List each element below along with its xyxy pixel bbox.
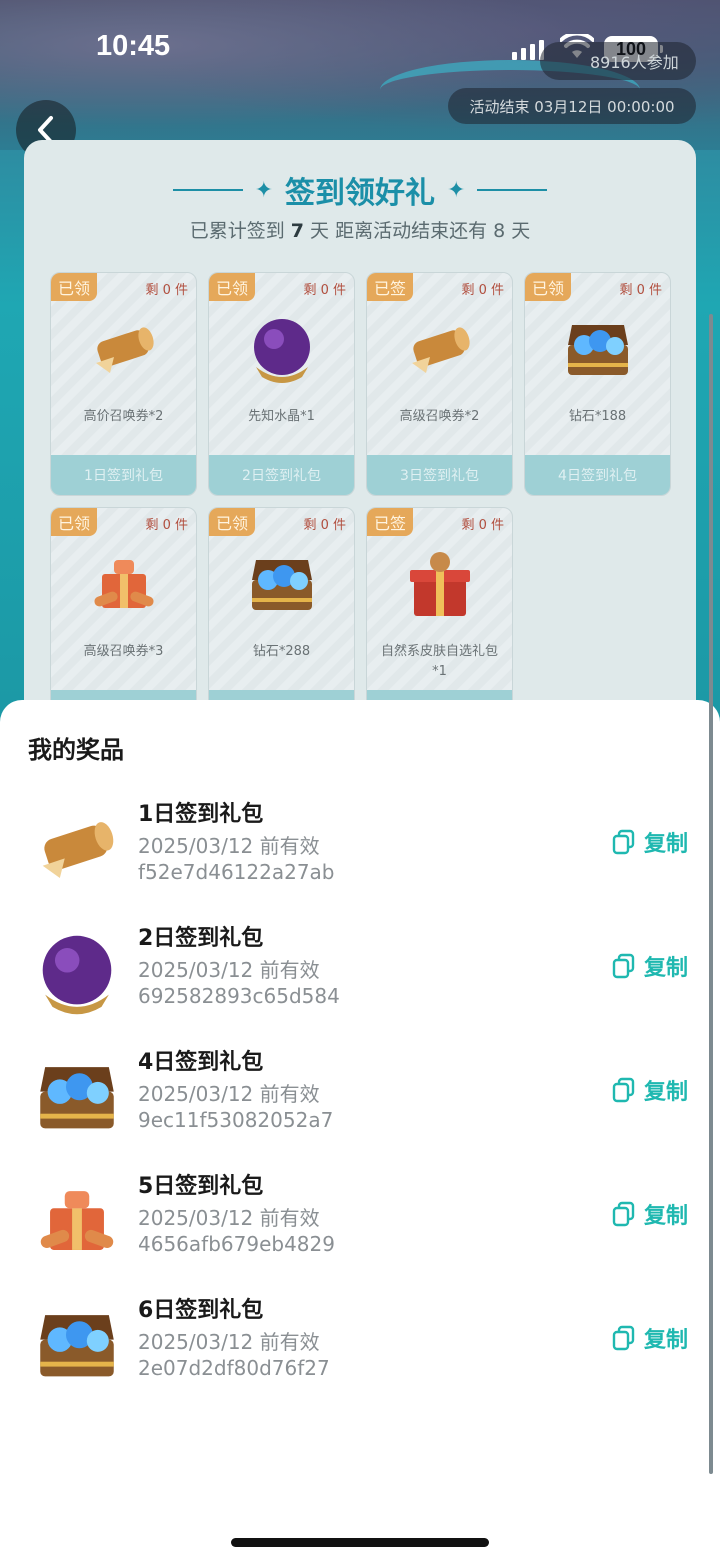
- gift-card[interactable]: 已领 剩 0 件 先知水晶*1 2日签到礼包: [208, 272, 355, 496]
- prize-validity: 2025/03/12 前有效: [138, 1330, 320, 1354]
- status-badge: 已领: [525, 273, 572, 301]
- participants-pill: 8916人参加: [540, 42, 696, 80]
- gift-day-label: 3日签到礼包: [367, 455, 512, 495]
- my-prizes-sheet: 我的奖品 1日签到礼包 2025/03/12 前有效 f52e7d46122a2…: [0, 700, 720, 1561]
- stock-left: 剩 0 件: [145, 518, 188, 533]
- status-badge: 已领: [209, 508, 256, 536]
- prize-validity: 2025/03/12 前有效: [138, 1082, 320, 1106]
- copy-label: 复制: [644, 1204, 689, 1229]
- sparkle-icon: ✦: [254, 177, 273, 203]
- scroll-bundle-icon: [40, 1191, 114, 1250]
- prize-name: 5日签到礼包: [138, 1174, 264, 1199]
- prize-name: 4日签到礼包: [138, 1050, 264, 1075]
- card-title: 签到领好礼: [285, 176, 435, 211]
- copy-label: 复制: [644, 1080, 689, 1105]
- stock-left: 剩 0 件: [145, 283, 188, 298]
- status-badge: 已领: [209, 273, 256, 301]
- scroll-icon: [42, 822, 114, 878]
- prize-validity: 2025/03/12 前有效: [138, 1206, 320, 1230]
- diamond-chest-icon: [40, 1067, 114, 1129]
- diamond-chest-icon: [40, 1315, 114, 1377]
- prize-item: 2日签到礼包 2025/03/12 前有效 692582893c65d584 复…: [0, 920, 720, 1030]
- prize-name: 6日签到礼包: [138, 1298, 264, 1323]
- gift-card[interactable]: 已签 剩 0 件 高级召唤券*2 3日签到礼包: [366, 272, 513, 496]
- copy-icon: [612, 1325, 635, 1351]
- prize-validity: 2025/03/12 前有效: [138, 834, 320, 858]
- status-time: 10:45: [96, 30, 171, 62]
- scroll-bundle-icon: [94, 560, 154, 608]
- copy-button[interactable]: 复制: [612, 1074, 688, 1106]
- prize-item: 4日签到礼包 2025/03/12 前有效 9ec11f53082052a7 复…: [0, 1044, 720, 1154]
- gift-grid: 已领 剩 0 件 高价召唤券*2 1日签到礼包 已领 剩 0 件 先知水晶*1: [50, 272, 671, 731]
- gift-name: 钻石*288: [252, 644, 311, 659]
- gift-box-icon: [410, 552, 470, 616]
- copy-label: 复制: [644, 956, 689, 981]
- gift-name: 高价召唤券*2: [83, 409, 164, 424]
- stock-left: 剩 0 件: [619, 283, 662, 298]
- sparkle-icon: ✦: [447, 177, 466, 203]
- copy-icon: [612, 829, 635, 855]
- signin-summary: 已累计签到 7 天 距离活动结束还有 8 天: [189, 220, 531, 242]
- prize-code: f52e7d46122a27ab: [138, 860, 335, 884]
- copy-icon: [612, 1077, 635, 1103]
- status-badge: 已领: [51, 273, 98, 301]
- copy-label: 复制: [644, 1328, 689, 1353]
- stock-left: 剩 0 件: [303, 283, 346, 298]
- scrollbar[interactable]: [709, 314, 713, 1474]
- scroll-icon: [96, 327, 154, 373]
- card-title-row: ✦ 签到领好礼 ✦: [24, 168, 696, 212]
- stock-left: 剩 0 件: [303, 518, 346, 533]
- gift-name: 高级召唤券*3: [83, 644, 164, 659]
- prize-name: 1日签到礼包: [138, 802, 264, 827]
- copy-label: 复制: [644, 832, 689, 857]
- copy-icon: [612, 953, 635, 979]
- copy-button[interactable]: 复制: [612, 1322, 688, 1354]
- event-end-pill: 活动结束 03月12日 00:00:00: [448, 88, 696, 124]
- prize-validity: 2025/03/12 前有效: [138, 958, 320, 982]
- copy-button[interactable]: 复制: [612, 950, 688, 982]
- gift-day-label: 1日签到礼包: [51, 455, 196, 495]
- background-page: 10:45 100 8916人参加 活动结束 03月12日 00:00:00 ✦…: [0, 0, 720, 760]
- prize-item: 6日签到礼包 2025/03/12 前有效 2e07d2df80d76f27 复…: [0, 1292, 720, 1402]
- cellular-signal-icon: [512, 40, 544, 60]
- gift-card[interactable]: 已签 剩 0 件 自然系皮肤自选礼包*1 7日签到礼包: [366, 507, 513, 731]
- diamond-chest-icon: [252, 560, 312, 610]
- signin-card: ✦ 签到领好礼 ✦ 已累计签到 7 天 距离活动结束还有 8 天 已领 剩 0 …: [24, 140, 696, 760]
- gift-card[interactable]: 已领 剩 0 件 钻石*188 4日签到礼包: [524, 272, 671, 496]
- stock-left: 剩 0 件: [461, 283, 504, 298]
- prize-name: 2日签到礼包: [138, 926, 264, 951]
- copy-button[interactable]: 复制: [612, 826, 688, 858]
- gift-day-label: 2日签到礼包: [209, 455, 354, 495]
- gift-card[interactable]: 已领 剩 0 件 高级召唤券*3 5日签到礼包: [50, 507, 197, 731]
- copy-icon: [612, 1201, 635, 1227]
- prize-code: 2e07d2df80d76f27: [138, 1356, 330, 1380]
- prize-item: 5日签到礼包 2025/03/12 前有效 4656afb679eb4829 复…: [0, 1168, 720, 1278]
- prize-item: 1日签到礼包 2025/03/12 前有效 f52e7d46122a27ab 复…: [0, 796, 720, 906]
- gift-day-label: 4日签到礼包: [525, 455, 670, 495]
- diamond-chest-icon: [568, 325, 628, 375]
- home-indicator[interactable]: [231, 1538, 489, 1547]
- prize-code: 692582893c65d584: [138, 984, 340, 1008]
- gift-card[interactable]: 已领 剩 0 件 高价召唤券*2 1日签到礼包: [50, 272, 197, 496]
- gift-name: 钻石*188: [568, 409, 627, 424]
- stock-left: 剩 0 件: [461, 518, 504, 533]
- prize-code: 4656afb679eb4829: [138, 1232, 335, 1256]
- gift-name: 自然系皮肤自选礼包*1: [380, 644, 498, 679]
- status-badge: 已领: [51, 508, 98, 536]
- prize-code: 9ec11f53082052a7: [138, 1108, 334, 1132]
- gift-name: 先知水晶*1: [248, 409, 315, 424]
- sheet-title: 我的奖品: [28, 736, 124, 764]
- crystal-orb-icon: [254, 319, 310, 383]
- copy-button[interactable]: 复制: [612, 1198, 688, 1230]
- gift-name: 高级召唤券*2: [399, 409, 480, 424]
- scroll-icon: [412, 327, 470, 373]
- gift-card[interactable]: 已领 剩 0 件 钻石*288 6日签到礼包: [208, 507, 355, 731]
- crystal-orb-icon: [42, 935, 112, 1015]
- status-badge: 已签: [367, 508, 414, 536]
- status-badge: 已签: [367, 273, 414, 301]
